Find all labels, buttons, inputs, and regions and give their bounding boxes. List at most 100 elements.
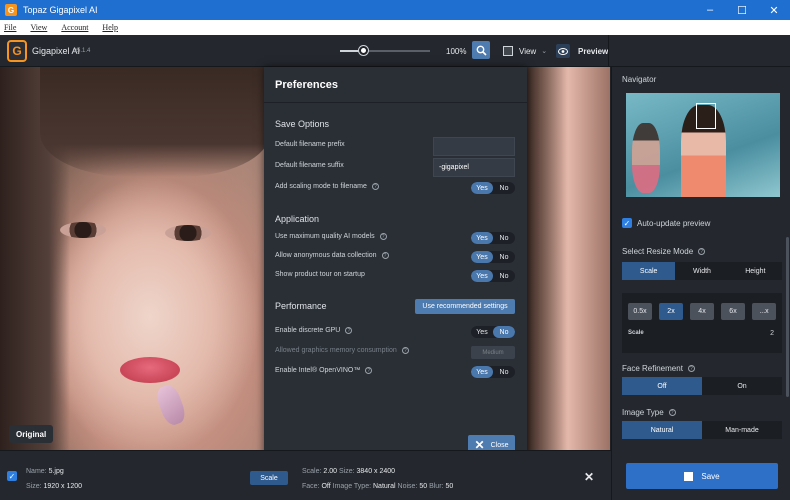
out-face-value: Off (321, 483, 331, 490)
menu-help[interactable]: Help (102, 23, 118, 32)
add-scaling-row: Add scaling mode to filename ? (275, 183, 379, 190)
help-icon[interactable]: ? (371, 183, 379, 190)
scale-label: Scale (628, 330, 644, 336)
maximize-button[interactable]: ☐ (726, 0, 758, 20)
toggle-no[interactable]: No (493, 251, 515, 263)
remove-file-button[interactable]: ✕ (584, 470, 594, 484)
memory-label: Allowed graphics memory consumption (275, 347, 397, 354)
zoom-slider-thumb[interactable] (359, 46, 368, 55)
toggle-no[interactable]: No (493, 182, 515, 194)
product-tour-toggle[interactable]: Yes No (471, 270, 515, 282)
menu-file[interactable]: File (4, 23, 16, 32)
discrete-gpu-label: Enable discrete GPU (275, 327, 341, 334)
app-name: Gigapixel AI (32, 46, 81, 56)
toggle-no[interactable]: No (493, 326, 515, 338)
help-icon[interactable]: ? (345, 327, 353, 334)
bottom-file-bar: ✓ Name: 5.jpg Size: 1920 x 1200 Scale Sc… (0, 450, 611, 500)
resize-mode-width[interactable]: Width (675, 262, 728, 280)
scale-0-5x-button[interactable]: 0.5x (628, 303, 652, 320)
preview-button[interactable]: Preview (556, 41, 608, 61)
close-window-button[interactable]: ✕ (758, 0, 790, 20)
max-quality-row: Use maximum quality AI models ? (275, 233, 387, 240)
toggle-yes[interactable]: Yes (471, 366, 493, 378)
toggle-yes[interactable]: Yes (471, 232, 493, 244)
menu-bar: File View Account Help (0, 20, 790, 35)
view-mode-icon (503, 46, 513, 56)
use-recommended-settings-button[interactable]: Use recommended settings (415, 299, 515, 314)
right-panel-scrollbar[interactable] (786, 237, 789, 397)
file-mode-button[interactable]: Scale (250, 471, 288, 485)
toggle-no[interactable]: No (493, 232, 515, 244)
anon-data-toggle[interactable]: Yes No (471, 251, 515, 263)
image-type-row: Image Type ? (622, 408, 676, 417)
image-type-natural[interactable]: Natural (622, 421, 702, 439)
navigator-title: Navigator (622, 75, 657, 84)
toggle-yes[interactable]: Yes (471, 251, 493, 263)
image-type-title: Image Type (622, 408, 664, 417)
openvino-toggle[interactable]: Yes No (471, 366, 515, 378)
face-refinement-on[interactable]: On (702, 377, 782, 395)
discrete-gpu-toggle[interactable]: Yes No (471, 326, 515, 338)
preferences-title: Preferences (264, 67, 527, 103)
face-refinement-segment: Off On (622, 377, 782, 395)
add-scaling-toggle[interactable]: Yes No (471, 182, 515, 194)
image-type-man-made[interactable]: Man-made (702, 421, 782, 439)
file-size-value: 1920 x 1200 (43, 483, 83, 490)
prefix-input[interactable] (433, 137, 515, 156)
section-save-options: Save Options (275, 119, 330, 129)
suffix-input[interactable]: -gigapixel (433, 158, 515, 177)
photo-eye-right (165, 225, 211, 241)
window-titlebar: G Topaz Gigapixel AI – ☐ ✕ (0, 0, 790, 20)
navigator-viewport-rect[interactable] (696, 103, 716, 129)
help-icon[interactable]: ? (381, 252, 389, 259)
section-performance: Performance (275, 301, 327, 311)
scale-custom-button[interactable]: ...x (752, 303, 776, 320)
section-application: Application (275, 214, 320, 224)
resize-mode-scale[interactable]: Scale (622, 262, 676, 280)
face-refinement-off[interactable]: Off (622, 377, 702, 395)
discrete-gpu-row: Enable discrete GPU ? (275, 327, 353, 334)
out-size-value: 3840 x 2400 (356, 468, 396, 475)
file-select-checkbox[interactable]: ✓ (7, 471, 17, 481)
file-size-label: Size: (26, 483, 42, 490)
scale-2x-button[interactable]: 2x (659, 303, 683, 320)
toggle-yes[interactable]: Yes (471, 270, 493, 282)
out-face-label: Face: (302, 483, 320, 490)
output-info-row-2: Face: Off Image Type: Natural Noise: 50 … (302, 483, 453, 490)
zoom-button[interactable] (472, 41, 490, 59)
view-dropdown[interactable]: View ⌄ (503, 43, 547, 59)
scale-4x-button[interactable]: 4x (690, 303, 714, 320)
file-size-row: Size: 1920 x 1200 (26, 483, 82, 490)
face-refinement-row: Face Refinement ? (622, 364, 695, 373)
anon-data-label: Allow anonymous data collection (275, 252, 377, 259)
toggle-no[interactable]: No (493, 366, 515, 378)
app-version: v5.1.4 (74, 48, 91, 54)
toggle-no[interactable]: No (493, 270, 515, 282)
menu-view[interactable]: View (30, 23, 47, 32)
help-icon[interactable]: ? (379, 233, 387, 240)
auto-update-label: Auto-update preview (637, 219, 711, 228)
resize-mode-height[interactable]: Height (729, 262, 782, 280)
save-button[interactable]: Save (626, 463, 778, 489)
help-icon[interactable]: ? (698, 248, 706, 255)
max-quality-toggle[interactable]: Yes No (471, 232, 515, 244)
toggle-yes[interactable]: Yes (471, 182, 493, 194)
anon-data-row: Allow anonymous data collection ? (275, 252, 389, 259)
help-icon[interactable]: ? (687, 365, 695, 372)
help-icon[interactable]: ? (668, 409, 676, 416)
menu-account[interactable]: Account (61, 23, 88, 32)
auto-update-checkbox[interactable]: ✓ (622, 218, 632, 228)
help-icon[interactable]: ? (401, 347, 409, 354)
toggle-yes[interactable]: Yes (471, 326, 493, 338)
file-name-row: Name: 5.jpg (26, 468, 64, 475)
out-blur-value: 50 (445, 483, 454, 490)
scale-6x-button[interactable]: 6x (721, 303, 745, 320)
help-icon[interactable]: ? (365, 367, 373, 374)
memory-row: Allowed graphics memory consumption ? (275, 347, 409, 354)
navigator-thumbnail[interactable] (626, 93, 780, 197)
minimize-button[interactable]: – (694, 0, 726, 20)
out-size-label: Size: (339, 468, 355, 475)
scale-value: 2 (770, 330, 774, 337)
close-label: Close (490, 441, 509, 449)
file-name-label: Name: (26, 468, 47, 475)
